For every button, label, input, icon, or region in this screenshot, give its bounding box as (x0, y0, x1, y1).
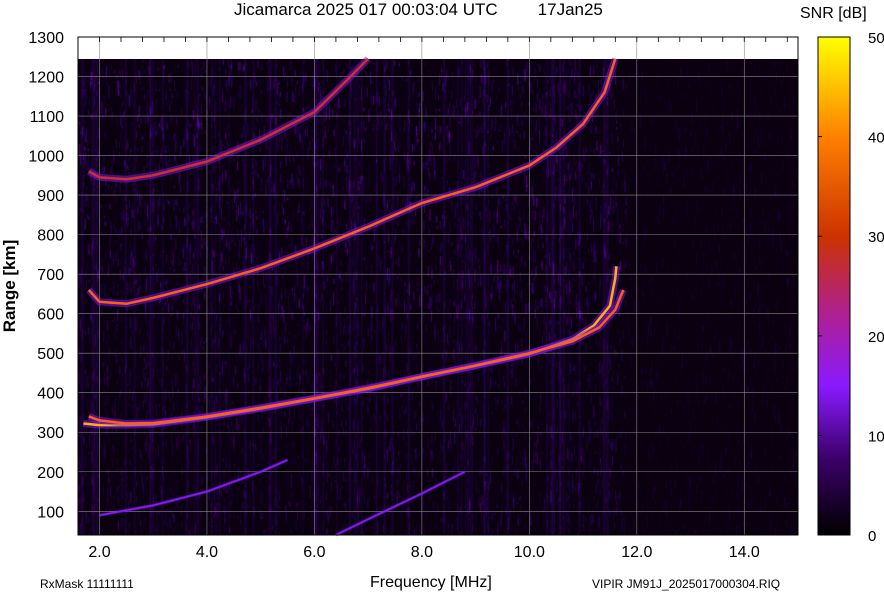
x-tick-label: 8.0 (411, 544, 433, 561)
trace-halo (99, 458, 289, 517)
colorbar (817, 36, 851, 536)
x-tick-label: 10.0 (514, 544, 545, 561)
x-tick-label: 2.0 (88, 544, 110, 561)
y-tick-label: 400 (37, 386, 64, 403)
trace-f-layer-o-trace-1st-hop (83, 266, 618, 427)
colorbar-tick-label: 40 (868, 130, 884, 147)
x-tick-label: 6.0 (303, 544, 325, 561)
y-tick-label: 800 (37, 228, 64, 245)
colorbar-tick-label: 10 (868, 428, 884, 445)
x-tick-label: 14.0 (729, 544, 760, 561)
x-axis-label: Frequency [MHz] (370, 574, 492, 591)
trace-oblique-echo-lower (335, 471, 466, 536)
y-axis-label: Range [km] (0, 239, 19, 333)
y-tick-label: 600 (37, 307, 64, 324)
x-tick-label: 12.0 (621, 544, 652, 561)
trace-halo (83, 265, 620, 429)
y-tick-label: 200 (37, 465, 64, 482)
trace-halo (86, 57, 619, 308)
filename-label: VIPIR JM91J_2025017000304.RIQ (592, 577, 781, 591)
colorbar-tick-label: 20 (868, 329, 884, 346)
y-tick-label: 1000 (28, 149, 64, 166)
colorbar-tick-label: 0 (868, 528, 876, 545)
y-tick-label: 1300 (28, 30, 64, 47)
no-data-band (78, 37, 798, 59)
trace-f-layer-x-trace-1st-hop (88, 289, 625, 425)
y-tick-label: 900 (37, 188, 64, 205)
y-tick-label: 1200 (28, 70, 64, 87)
trace-f-layer-2nd-hop (87, 58, 617, 306)
x-tick-label: 4.0 (196, 544, 218, 561)
y-tick-label: 100 (37, 504, 64, 521)
y-tick-label: 700 (37, 267, 64, 284)
colorbar-tick-label: 50 (868, 30, 884, 47)
colorbar-tick-label: 30 (868, 229, 884, 246)
y-tick-label: 300 (37, 425, 64, 442)
y-tick-label: 500 (37, 346, 64, 363)
trace-halo (87, 288, 627, 428)
y-tick-label: 1100 (30, 109, 65, 126)
plot-area: 2.0 4.0 6.0 8.0 10.0 12.0 14.01002003004005006… (28, 30, 884, 561)
ionogram: Jicamarca 2025 017 00:03:04 UTC 17Jan25 S… (0, 0, 884, 595)
trace-oblique-echo-low (99, 459, 288, 516)
rxmask-label: RxMask 11111111 (40, 577, 134, 591)
